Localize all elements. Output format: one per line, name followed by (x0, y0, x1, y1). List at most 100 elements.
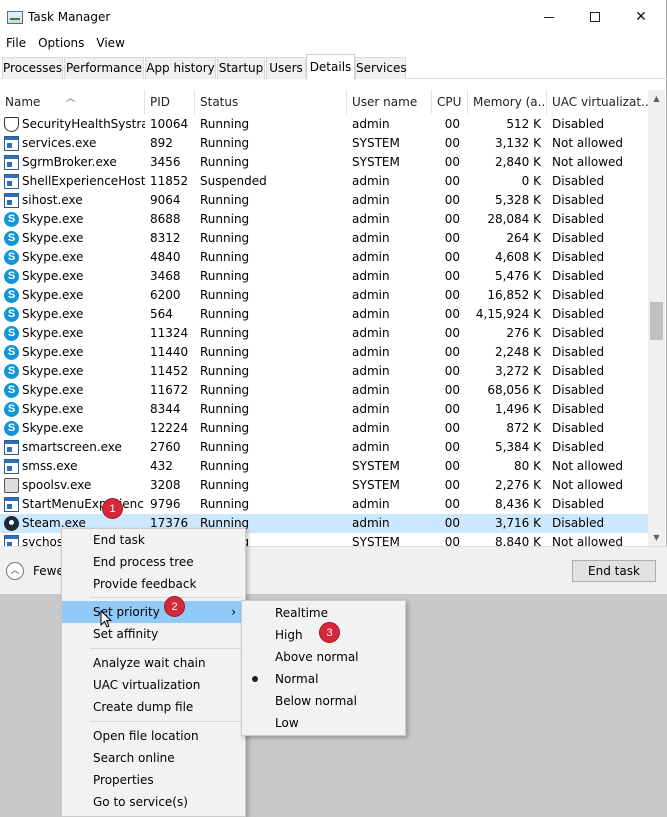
column-header-user[interactable]: User name (347, 90, 432, 114)
menu-properties[interactable]: Properties (62, 769, 245, 791)
table-row[interactable]: S Skype.exe 12224 Running admin 00 872 K Disabl… (0, 419, 648, 438)
cell-uac: Disabled (552, 117, 605, 131)
priority-above-normal[interactable]: Above normal (242, 646, 405, 668)
scroll-down-icon[interactable]: ▼ (648, 529, 665, 546)
cell-user: admin (352, 288, 390, 302)
cell-name: ShellExperienceHost.... (22, 174, 145, 188)
cell-mem: 2,276 K (494, 478, 541, 492)
menu-uac-virtualization[interactable]: UAC virtualization (62, 674, 245, 696)
cell-status: Running (200, 497, 250, 511)
column-header-name[interactable]: Name ︿ (0, 90, 145, 114)
close-button[interactable]: ✕ (618, 0, 664, 34)
cell-uac: Disabled (552, 497, 605, 511)
cell-user: admin (352, 402, 390, 416)
menu-file[interactable]: File (0, 34, 32, 54)
cell-name: Skype.exe (22, 421, 84, 435)
maximize-button[interactable] (572, 0, 618, 34)
menu-set-priority[interactable]: Set priority › (62, 601, 245, 623)
cell-status: Running (200, 440, 250, 454)
cell-uac: Disabled (552, 193, 605, 207)
cell-status: Running (200, 193, 250, 207)
cell-name: Skype.exe (22, 383, 84, 397)
menu-options[interactable]: Options (32, 34, 90, 54)
column-header-memory[interactable]: Memory (a... (468, 90, 547, 114)
table-row[interactable]: services.exe 892 Running SYSTEM 00 3,132 K Not… (0, 134, 648, 153)
menu-analyze-wait-chain[interactable]: Analyze wait chain (62, 652, 245, 674)
table-row[interactable]: S Skype.exe 11452 Running admin 00 3,272 K Disa… (0, 362, 648, 381)
menu-end-task[interactable]: End task (62, 529, 245, 551)
table-row[interactable]: SecurityHealthSystra... 10064 Running admin… (0, 115, 648, 134)
cell-user: admin (352, 269, 390, 283)
table-row[interactable]: S Skype.exe 8688 Running admin 00 28,084 K Disa… (0, 210, 648, 229)
menu-search-online[interactable]: Search online (62, 747, 245, 769)
cell-name: smartscreen.exe (22, 440, 122, 454)
table-row[interactable]: smss.exe 432 Running SYSTEM 00 80 K Not allowe… (0, 457, 648, 476)
vertical-scrollbar[interactable]: ▲ ▼ (648, 90, 665, 546)
cell-pid: 892 (150, 136, 173, 150)
step-badge-1: 1 (102, 498, 123, 519)
column-header-status[interactable]: Status (195, 90, 347, 114)
priority-below-normal[interactable]: Below normal (242, 690, 405, 712)
tab-services[interactable]: Services (355, 57, 407, 79)
cell-uac: Not allowed (552, 478, 624, 492)
menu-set-affinity[interactable]: Set affinity (62, 623, 245, 645)
column-header-cpu[interactable]: CPU (432, 90, 468, 114)
tab-app-history[interactable]: App history (145, 57, 216, 79)
table-row[interactable]: StartMenuExperienc... 9796 Running admin 00 8… (0, 495, 648, 514)
priority-realtime[interactable]: Realtime (242, 602, 405, 624)
priority-normal[interactable]: Normal (242, 668, 405, 690)
menu-create-dump-file[interactable]: Create dump file (62, 696, 245, 718)
priority-low[interactable]: Low (242, 712, 405, 734)
cell-pid: 3468 (150, 269, 181, 283)
column-header-uac[interactable]: UAC virtualizat... (547, 90, 648, 114)
cell-uac: Disabled (552, 250, 605, 264)
scrollbar-thumb[interactable] (650, 302, 663, 340)
tab-details[interactable]: Details (306, 54, 355, 80)
cell-name: StartMenuExperienc... (22, 497, 145, 511)
table-row[interactable]: S Skype.exe 11672 Running admin 00 68,056 K Dis… (0, 381, 648, 400)
column-header-pid[interactable]: PID (145, 90, 195, 114)
table-row[interactable]: S Skype.exe 8312 Running admin 00 264 K Disable… (0, 229, 648, 248)
table-row[interactable]: S Skype.exe 11324 Running admin 00 276 K Disabl… (0, 324, 648, 343)
cell-cpu: 00 (444, 174, 460, 188)
table-row[interactable]: spoolsv.exe 3208 Running SYSTEM 00 2,276 K Not… (0, 476, 648, 495)
title-bar: Task Manager ✕ (0, 0, 666, 34)
menu-separator (90, 648, 243, 649)
tab-users[interactable]: Users (266, 57, 306, 79)
menu-provide-feedback[interactable]: Provide feedback (62, 573, 245, 595)
tab-performance[interactable]: Performance (64, 57, 144, 79)
table-row[interactable]: sihost.exe 9064 Running admin 00 5,328 K Disab… (0, 191, 648, 210)
tab-processes[interactable]: Processes (2, 57, 63, 79)
process-table: Name ︿ PID Status User name CPU Memory (… (0, 90, 648, 546)
table-row[interactable]: SgrmBroker.exe 3456 Running SYSTEM 00 2,840 K… (0, 153, 648, 172)
menu-go-to-services[interactable]: Go to service(s) (62, 791, 245, 813)
cell-uac: Disabled (552, 288, 605, 302)
cell-status: Running (200, 212, 250, 226)
cell-mem: 8,840 K (494, 535, 541, 546)
table-row[interactable]: S Skype.exe 8344 Running admin 00 1,496 K Disab… (0, 400, 648, 419)
end-task-button[interactable]: End task (572, 560, 656, 582)
cell-pid: 2760 (150, 440, 181, 454)
tab-startup[interactable]: Startup (217, 57, 265, 79)
table-row[interactable]: S Skype.exe 4840 Running admin 00 4,608 K Disab… (0, 248, 648, 267)
scroll-up-icon[interactable]: ▲ (648, 90, 665, 107)
cell-uac: Disabled (552, 307, 605, 321)
minimize-button[interactable] (526, 0, 572, 34)
cell-pid: 6200 (150, 288, 181, 302)
table-row[interactable]: S Skype.exe 564 Running admin 00 4,15,924 K Dis… (0, 305, 648, 324)
table-row[interactable]: smartscreen.exe 2760 Running admin 00 5,384 K… (0, 438, 648, 457)
menu-end-process-tree[interactable]: End process tree (62, 551, 245, 573)
table-row[interactable]: S Skype.exe 3468 Running admin 00 5,476 K Disab… (0, 267, 648, 286)
table-row[interactable]: ShellExperienceHost.... 11852 Suspended adm… (0, 172, 648, 191)
menu-view[interactable]: View (90, 34, 130, 54)
task-manager-icon (7, 11, 23, 24)
close-icon: ✕ (635, 9, 647, 25)
cell-status: Running (200, 345, 250, 359)
table-row[interactable]: S Skype.exe 11440 Running admin 00 2,248 K Disa… (0, 343, 648, 362)
cell-name: Skype.exe (22, 231, 84, 245)
cell-mem: 3,716 K (494, 516, 541, 530)
cell-cpu: 00 (444, 383, 460, 397)
submenu-arrow-icon: › (231, 605, 236, 619)
menu-open-file-location[interactable]: Open file location (62, 725, 245, 747)
table-row[interactable]: S Skype.exe 6200 Running admin 00 16,852 K Disa… (0, 286, 648, 305)
